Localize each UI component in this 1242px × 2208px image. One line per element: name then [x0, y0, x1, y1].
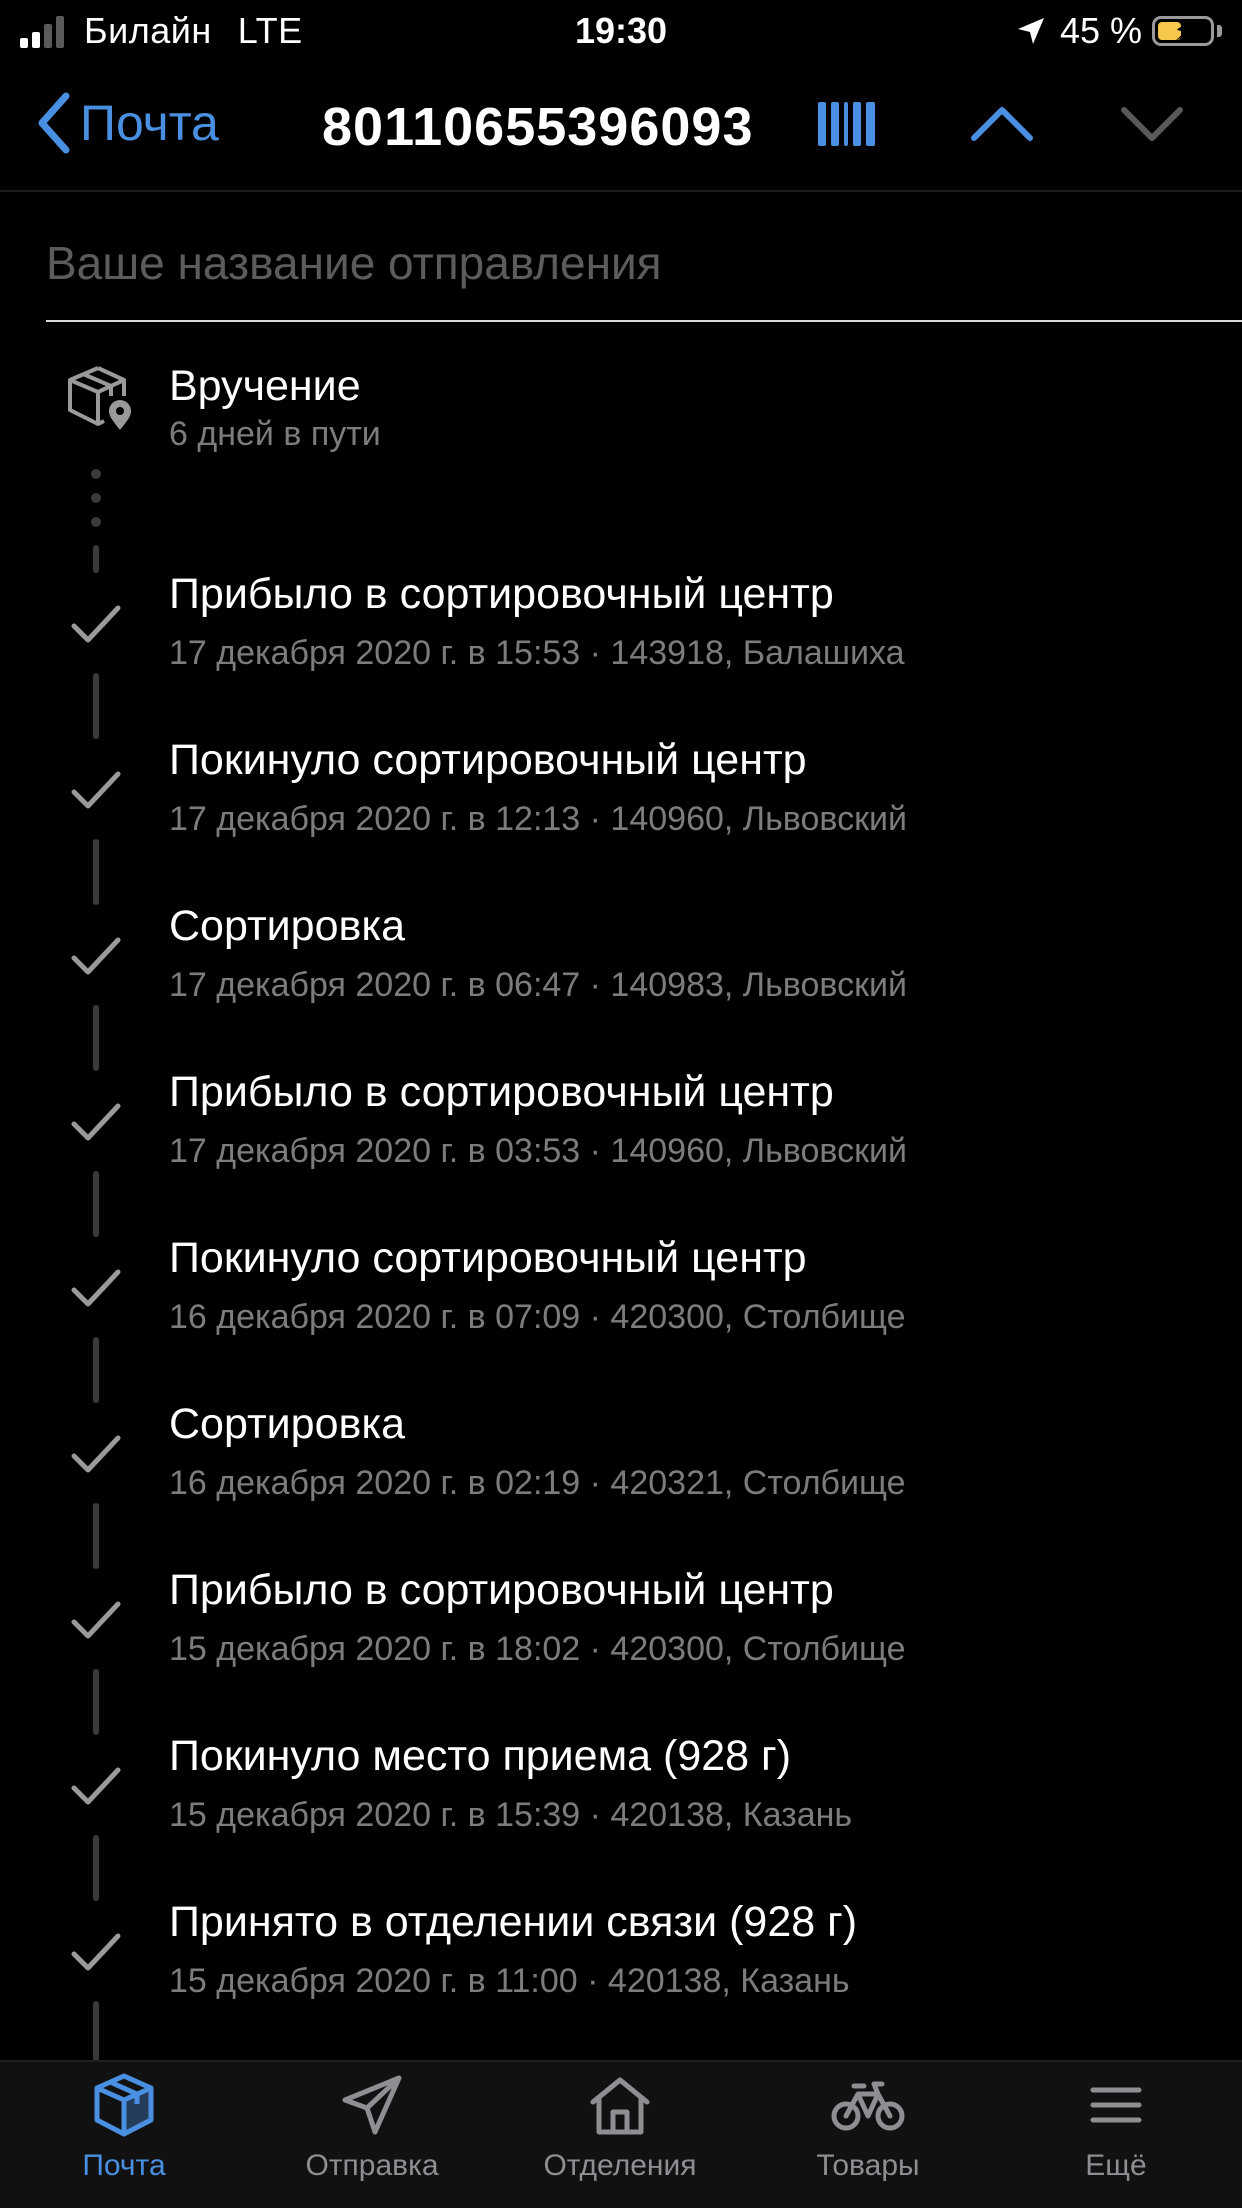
back-button[interactable]: Почта	[36, 92, 219, 154]
tab-label: Почта	[82, 2149, 166, 2182]
box-icon	[94, 2073, 154, 2137]
paper-plane-icon	[342, 2075, 402, 2135]
tab-eshche[interactable]: Ещё	[992, 2072, 1240, 2183]
delivery-status-subtitle: 6 дней в пути	[169, 415, 381, 453]
house-icon	[590, 2077, 650, 2135]
check-icon	[71, 937, 121, 975]
timeline-segment	[93, 545, 99, 573]
status-right: 45 % ⚡	[1016, 10, 1222, 52]
event-detail: 15 декабря 2020 г. в 18:02 · 420300, Сто…	[169, 1630, 906, 1668]
event-title: Сортировка	[169, 1400, 405, 1448]
tab-label: Отправка	[305, 2149, 439, 2182]
nav-bar: Почта 80110655396093	[0, 62, 1242, 192]
tab-tovary[interactable]: Товары	[744, 2072, 992, 2183]
charging-bolt-icon: ⚡	[1173, 16, 1193, 47]
tracking-number: 80110655396093	[322, 97, 754, 157]
back-button-label: Почта	[80, 95, 219, 151]
check-icon	[71, 1269, 121, 1307]
check-icon	[71, 605, 121, 643]
event-detail: 15 декабря 2020 г. в 11:00 · 420138, Каз…	[169, 1962, 850, 2000]
event-title: Прибыло в сортировочный центр	[169, 570, 834, 618]
timeline-dot	[91, 493, 101, 503]
timeline-segment	[93, 1669, 99, 1735]
timeline-segment	[93, 1005, 99, 1071]
event-detail: 17 декабря 2020 г. в 03:53 · 140960, Льв…	[169, 1132, 907, 1170]
next-item-button[interactable]	[1120, 98, 1184, 155]
event-title: Принято в отделении связи (928 г)	[169, 1898, 858, 1946]
event-detail: 17 декабря 2020 г. в 12:13 · 140960, Льв…	[169, 800, 907, 838]
timeline-segment	[93, 673, 99, 739]
tracking-screen: Билайн LTE 19:30 45 % ⚡ Почта 8011065539…	[0, 0, 1242, 2208]
tab-bar: Почта Отправка Отделения Товары Ещё	[0, 2060, 1242, 2208]
chevron-up-icon	[971, 107, 1033, 141]
check-icon	[71, 1435, 121, 1473]
timeline-segment	[93, 2001, 99, 2061]
shipment-name-input[interactable]	[46, 228, 1242, 298]
check-icon	[71, 771, 121, 809]
timeline-segment	[93, 1171, 99, 1237]
event-title: Покинуло место приема (928 г)	[169, 1732, 792, 1780]
tab-pochta[interactable]: Почта	[0, 2072, 248, 2183]
check-icon	[71, 1933, 121, 1971]
tab-label: Ещё	[1085, 2149, 1147, 2182]
event-detail: 16 декабря 2020 г. в 02:19 · 420321, Сто…	[169, 1464, 906, 1502]
chevron-down-icon	[1121, 107, 1183, 141]
event-detail: 15 декабря 2020 г. в 15:39 · 420138, Каз…	[169, 1796, 853, 1834]
check-icon	[71, 1601, 121, 1639]
timeline-segment	[93, 839, 99, 905]
battery-percent: 45 %	[1059, 10, 1142, 51]
timeline-segment	[93, 1503, 99, 1569]
event-detail: 17 декабря 2020 г. в 15:53 · 143918, Бал…	[169, 634, 905, 672]
event-title: Сортировка	[169, 902, 405, 950]
tab-label: Товары	[816, 2149, 920, 2182]
event-detail: 17 декабря 2020 г. в 06:47 · 140983, Льв…	[169, 966, 907, 1004]
barcode-icon	[818, 102, 875, 146]
package-location-icon	[68, 366, 131, 430]
location-arrow-icon	[1017, 18, 1044, 44]
shipment-name-field	[46, 228, 1242, 322]
check-icon	[71, 1767, 121, 1805]
menu-icon	[1090, 2087, 1142, 2123]
timeline-dot	[91, 517, 101, 527]
tab-otdeleniya[interactable]: Отделения	[496, 2072, 744, 2183]
status-bar: Билайн LTE 19:30 45 % ⚡	[0, 0, 1242, 62]
event-detail: 16 декабря 2020 г. в 07:09 · 420300, Сто…	[169, 1298, 906, 1336]
barcode-button[interactable]	[818, 98, 876, 155]
battery-icon: ⚡	[1152, 16, 1214, 47]
event-title: Прибыло в сортировочный центр	[169, 1566, 834, 1614]
timeline-segment	[93, 1337, 99, 1403]
tab-label: Отделения	[543, 2149, 697, 2182]
tab-otpravka[interactable]: Отправка	[248, 2072, 496, 2183]
chevron-left-icon	[38, 92, 70, 154]
previous-item-button[interactable]	[970, 98, 1034, 155]
event-title: Покинуло сортировочный центр	[169, 736, 807, 784]
event-title: Покинуло сортировочный центр	[169, 1234, 807, 1282]
timeline-dot	[91, 469, 101, 479]
check-icon	[71, 1103, 121, 1141]
timeline-segment	[93, 1835, 99, 1901]
event-title: Прибыло в сортировочный центр	[169, 1068, 834, 1116]
bicycle-icon	[831, 2081, 905, 2131]
delivery-status-title: Вручение	[169, 362, 361, 410]
